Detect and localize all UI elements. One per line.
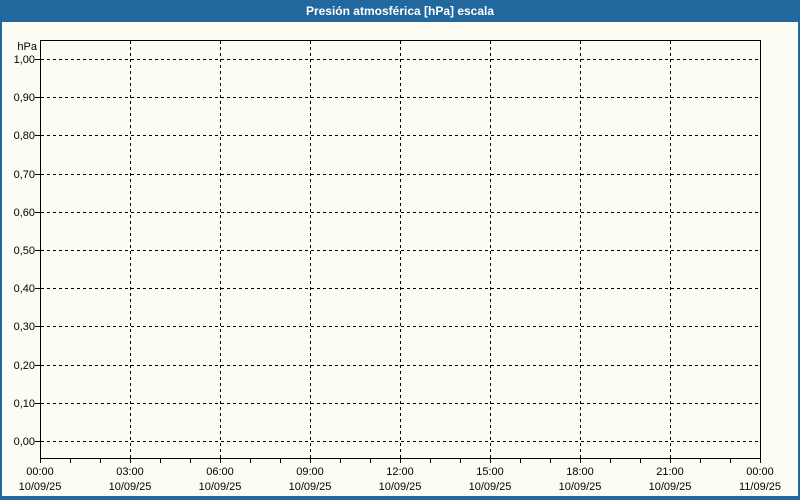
chart-title: Presión atmosférica [hPa] escala (305, 4, 495, 18)
window-border-left (0, 0, 2, 500)
x-tick-date-label: 11/09/25 (739, 481, 781, 493)
y-tick-label: 1,00 (14, 54, 35, 66)
x-tick-time-label: 21:00 (656, 466, 684, 478)
window-border-bottom (0, 496, 800, 500)
y-tick-label: 0,00 (14, 436, 35, 448)
x-tick-date-label: 10/09/25 (649, 481, 692, 493)
y-tick-label: 0,70 (14, 169, 35, 181)
y-tick-label: 0,80 (14, 130, 35, 142)
x-tick-time-label: 18:00 (566, 466, 594, 478)
x-tick-date-label: 10/09/25 (379, 481, 422, 493)
x-tick-date-label: 10/09/25 (19, 481, 62, 493)
y-tick-label: 0,50 (14, 245, 35, 257)
x-tick-time-label: 12:00 (386, 466, 414, 478)
x-tick-date-label: 10/09/25 (559, 481, 602, 493)
x-tick-time-label: 03:00 (116, 466, 144, 478)
y-tick-label: 0,90 (14, 92, 35, 104)
y-tick-label: 0,40 (14, 283, 35, 295)
x-tick-date-label: 10/09/25 (289, 481, 332, 493)
y-axis-unit-label: hPa (17, 41, 37, 53)
y-tick-label: 0,30 (14, 321, 35, 333)
y-tick-label: 0,60 (14, 207, 35, 219)
y-tick-label: 0,20 (14, 360, 35, 372)
title-bar: Presión atmosférica [hPa] escala (0, 0, 800, 22)
chart-window: Presión atmosférica [hPa] escala 1,00 0,9… (0, 0, 800, 500)
x-tick-time-label: 00:00 (746, 466, 774, 478)
y-tick-label: 0,10 (14, 398, 35, 410)
x-tick-time-label: 00:00 (26, 466, 54, 478)
pressure-chart-plot: 1,00 0,90 0,80 0,70 0,60 0,50 0,40 0,30 0,20 0,10… (14, 40, 781, 493)
x-tick-time-label: 15:00 (476, 466, 504, 478)
x-tick-date-label: 10/09/25 (469, 481, 512, 493)
chart-area: 1,00 0,90 0,80 0,70 0,60 0,50 0,40 0,30 0,20 0,10… (0, 0, 800, 500)
x-tick-date-label: 10/09/25 (199, 481, 242, 493)
x-tick-time-label: 06:00 (206, 466, 234, 478)
x-tick-time-label: 09:00 (296, 466, 324, 478)
x-tick-date-label: 10/09/25 (109, 481, 152, 493)
